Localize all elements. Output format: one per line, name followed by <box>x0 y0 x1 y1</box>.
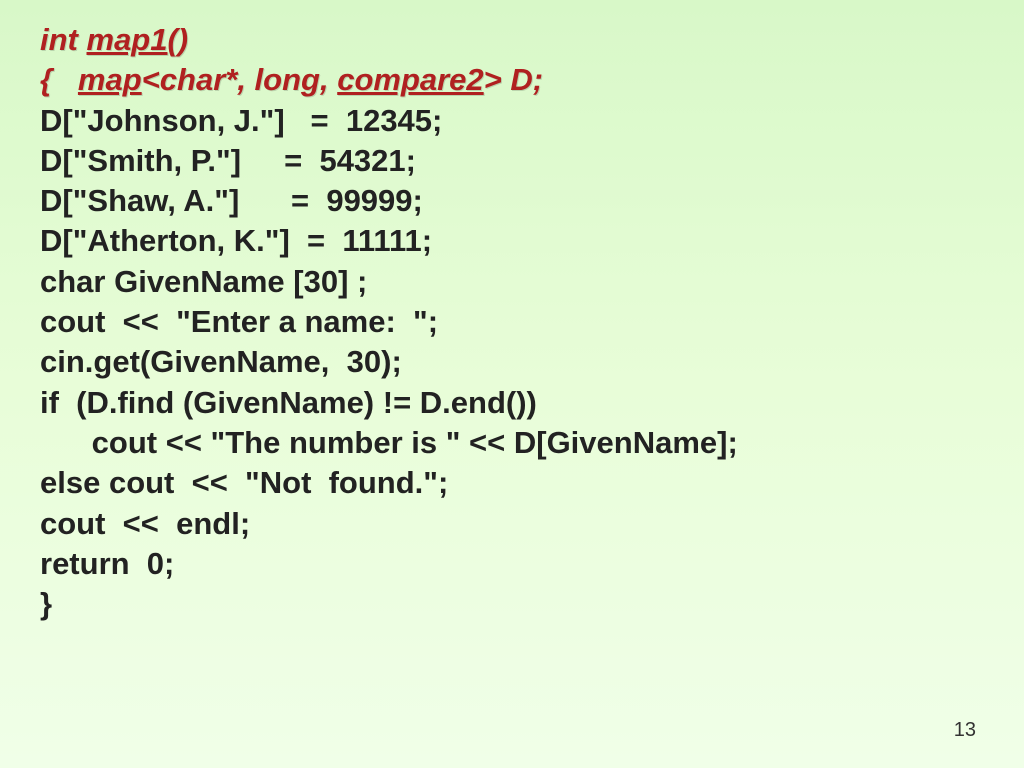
sp <box>78 22 87 57</box>
lt: < <box>142 62 160 97</box>
code-line: return 0; <box>40 546 174 581</box>
fn-map1: map1 <box>87 22 168 57</box>
compare2: compare2 <box>337 62 483 97</box>
code-line: D["Shaw, A."] = 99999; <box>40 183 423 218</box>
var-d: D; <box>510 62 543 97</box>
code-line: cout << "Enter a name: "; <box>40 304 438 339</box>
code-line: D["Johnson, J."] = 12345; <box>40 103 442 138</box>
code-line: cout << endl; <box>40 506 250 541</box>
code-line: cout << "The number is " << D[GivenName]… <box>40 425 738 460</box>
tpl-args: char*, long, <box>160 62 337 97</box>
code-block: int map1() { map<char*, long, compare2> … <box>40 20 994 624</box>
brace-open: { <box>40 62 52 97</box>
code-line: D["Atherton, K."] = 11111; <box>40 223 432 258</box>
slide: int map1() { map<char*, long, compare2> … <box>0 0 1024 768</box>
code-line: cin.get(GivenName, 30); <box>40 344 402 379</box>
code-line: } <box>40 586 52 621</box>
kw-map: map <box>78 62 142 97</box>
code-line: else cout << "Not found."; <box>40 465 448 500</box>
kw-int: int <box>40 22 78 57</box>
page-number: 13 <box>954 719 976 742</box>
sp <box>52 62 78 97</box>
code-line: D["Smith, P."] = 54321; <box>40 143 416 178</box>
code-line: if (D.find (GivenName) != D.end()) <box>40 385 537 420</box>
gt: > <box>484 62 511 97</box>
code-line: char GivenName [30] ; <box>40 264 367 299</box>
parens: () <box>167 22 188 57</box>
